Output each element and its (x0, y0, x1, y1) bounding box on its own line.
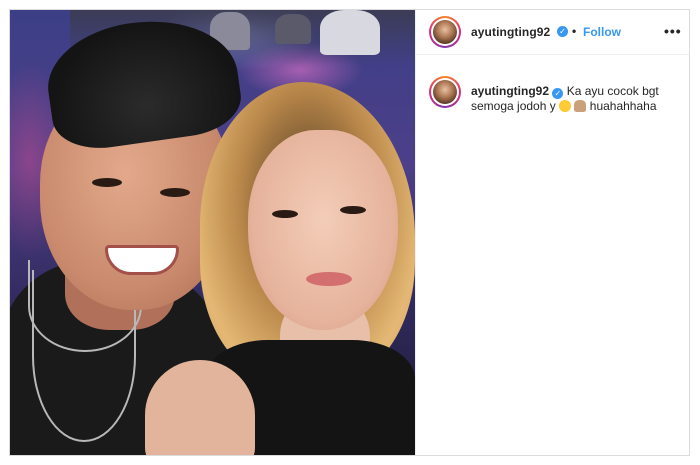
post-sidebar: ayutingting92 ✓ • Follow ••• ayutingting… (415, 10, 689, 455)
heart-eyes-emoji-icon (559, 100, 572, 112)
avatar-image (433, 80, 457, 104)
caption-avatar[interactable] (429, 76, 461, 108)
caption-username[interactable]: ayutingting92 (471, 84, 549, 98)
verified-badge-icon: ✓ (552, 88, 564, 99)
post-photo[interactable] (10, 10, 415, 455)
profile-avatar[interactable] (429, 16, 461, 48)
post-username[interactable]: ayutingting92 (471, 25, 550, 39)
separator-dot: • (572, 24, 577, 38)
woman-eye (340, 206, 366, 214)
instagram-post: ayutingting92 ✓ • Follow ••• ayutingting… (9, 9, 690, 456)
post-header: ayutingting92 ✓ • Follow ••• (416, 10, 689, 55)
verified-badge-icon: ✓ (557, 26, 568, 37)
caption-body: ayutingting92 ✓ Ka ayu cocok bgt semoga … (471, 84, 689, 114)
woman-face (248, 130, 398, 330)
woman-lips (306, 272, 352, 286)
audience-person (320, 10, 380, 55)
caption-row: ayutingting92 ✓ Ka ayu cocok bgt semoga … (416, 76, 689, 136)
avatar-image (433, 20, 457, 44)
man-eye (160, 188, 190, 197)
more-options-icon[interactable]: ••• (664, 23, 682, 39)
audience-person (275, 14, 311, 44)
follow-button[interactable]: Follow (583, 25, 621, 39)
folded-hands-emoji-icon (574, 100, 587, 112)
woman-eye (272, 210, 298, 218)
caption-text-end: huahahhaha (589, 99, 657, 113)
man-eye (92, 178, 122, 187)
